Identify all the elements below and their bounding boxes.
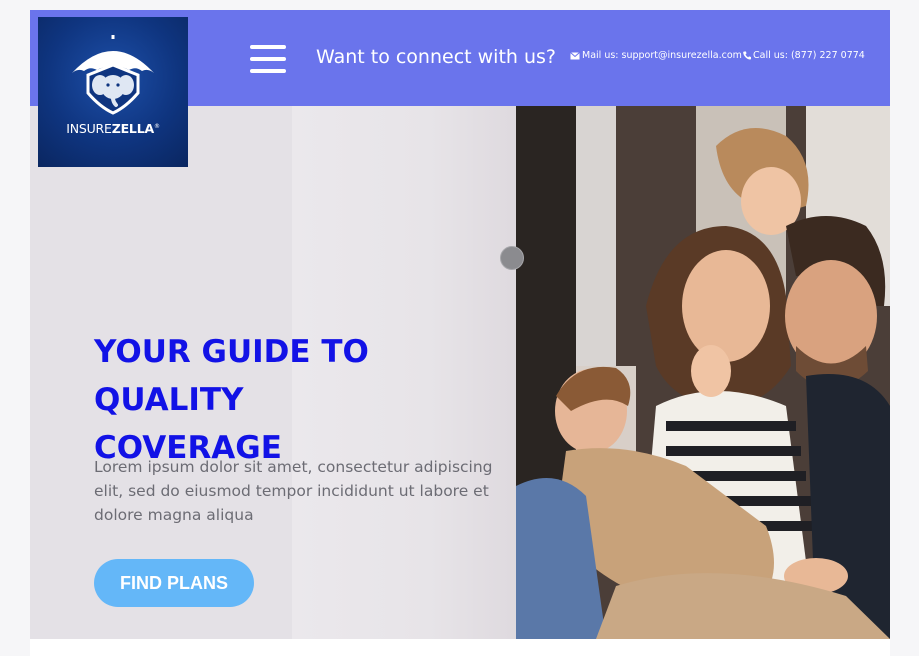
- family-photo: [516, 106, 890, 639]
- mail-text: Mail us: support@insurezella.com: [582, 50, 742, 61]
- umbrella-elephant-icon: [72, 35, 154, 115]
- brand-name-bold: ZELLA: [111, 121, 154, 136]
- find-plans-button[interactable]: FIND PLANS: [94, 559, 254, 607]
- hero-headline-line1: YOUR GUIDE TO QUALITY: [94, 334, 369, 418]
- hero-body-line1: Lorem ipsum dolor sit amet, consectetur …: [94, 458, 493, 476]
- brand-name-regular: INSURE: [66, 121, 112, 136]
- connect-text: Want to connect with us?: [316, 46, 557, 68]
- hero-headline: YOUR GUIDE TO QUALITY COVERAGE: [94, 328, 514, 472]
- hero-body-text: Lorem ipsum dolor sit amet, consectetur …: [94, 455, 504, 527]
- next-section-edge: [30, 639, 890, 656]
- hero-body-line2: elit, sed do eiusmod tempor incididunt u…: [94, 482, 489, 500]
- hamburger-menu-icon[interactable]: [250, 45, 286, 73]
- mail-contact[interactable]: Mail us: support@insurezella.com: [570, 50, 742, 61]
- phone-contact[interactable]: Call us: (877) 227 0774: [743, 50, 865, 61]
- brand-trademark: ®: [153, 122, 160, 130]
- phone-icon: [743, 51, 751, 60]
- hero-body-line3: dolore magna aliqua: [94, 506, 254, 524]
- slider-dot[interactable]: [500, 246, 524, 270]
- envelope-icon: [570, 51, 580, 59]
- family-photo-illustration: [516, 106, 890, 639]
- phone-text: Call us: (877) 227 0774: [753, 50, 865, 61]
- brand-wordmark: INSUREZELLA®: [38, 121, 188, 136]
- hero-section: YOUR GUIDE TO QUALITY COVERAGE Lorem ips…: [30, 106, 890, 639]
- brand-logo[interactable]: INSUREZELLA®: [38, 17, 188, 167]
